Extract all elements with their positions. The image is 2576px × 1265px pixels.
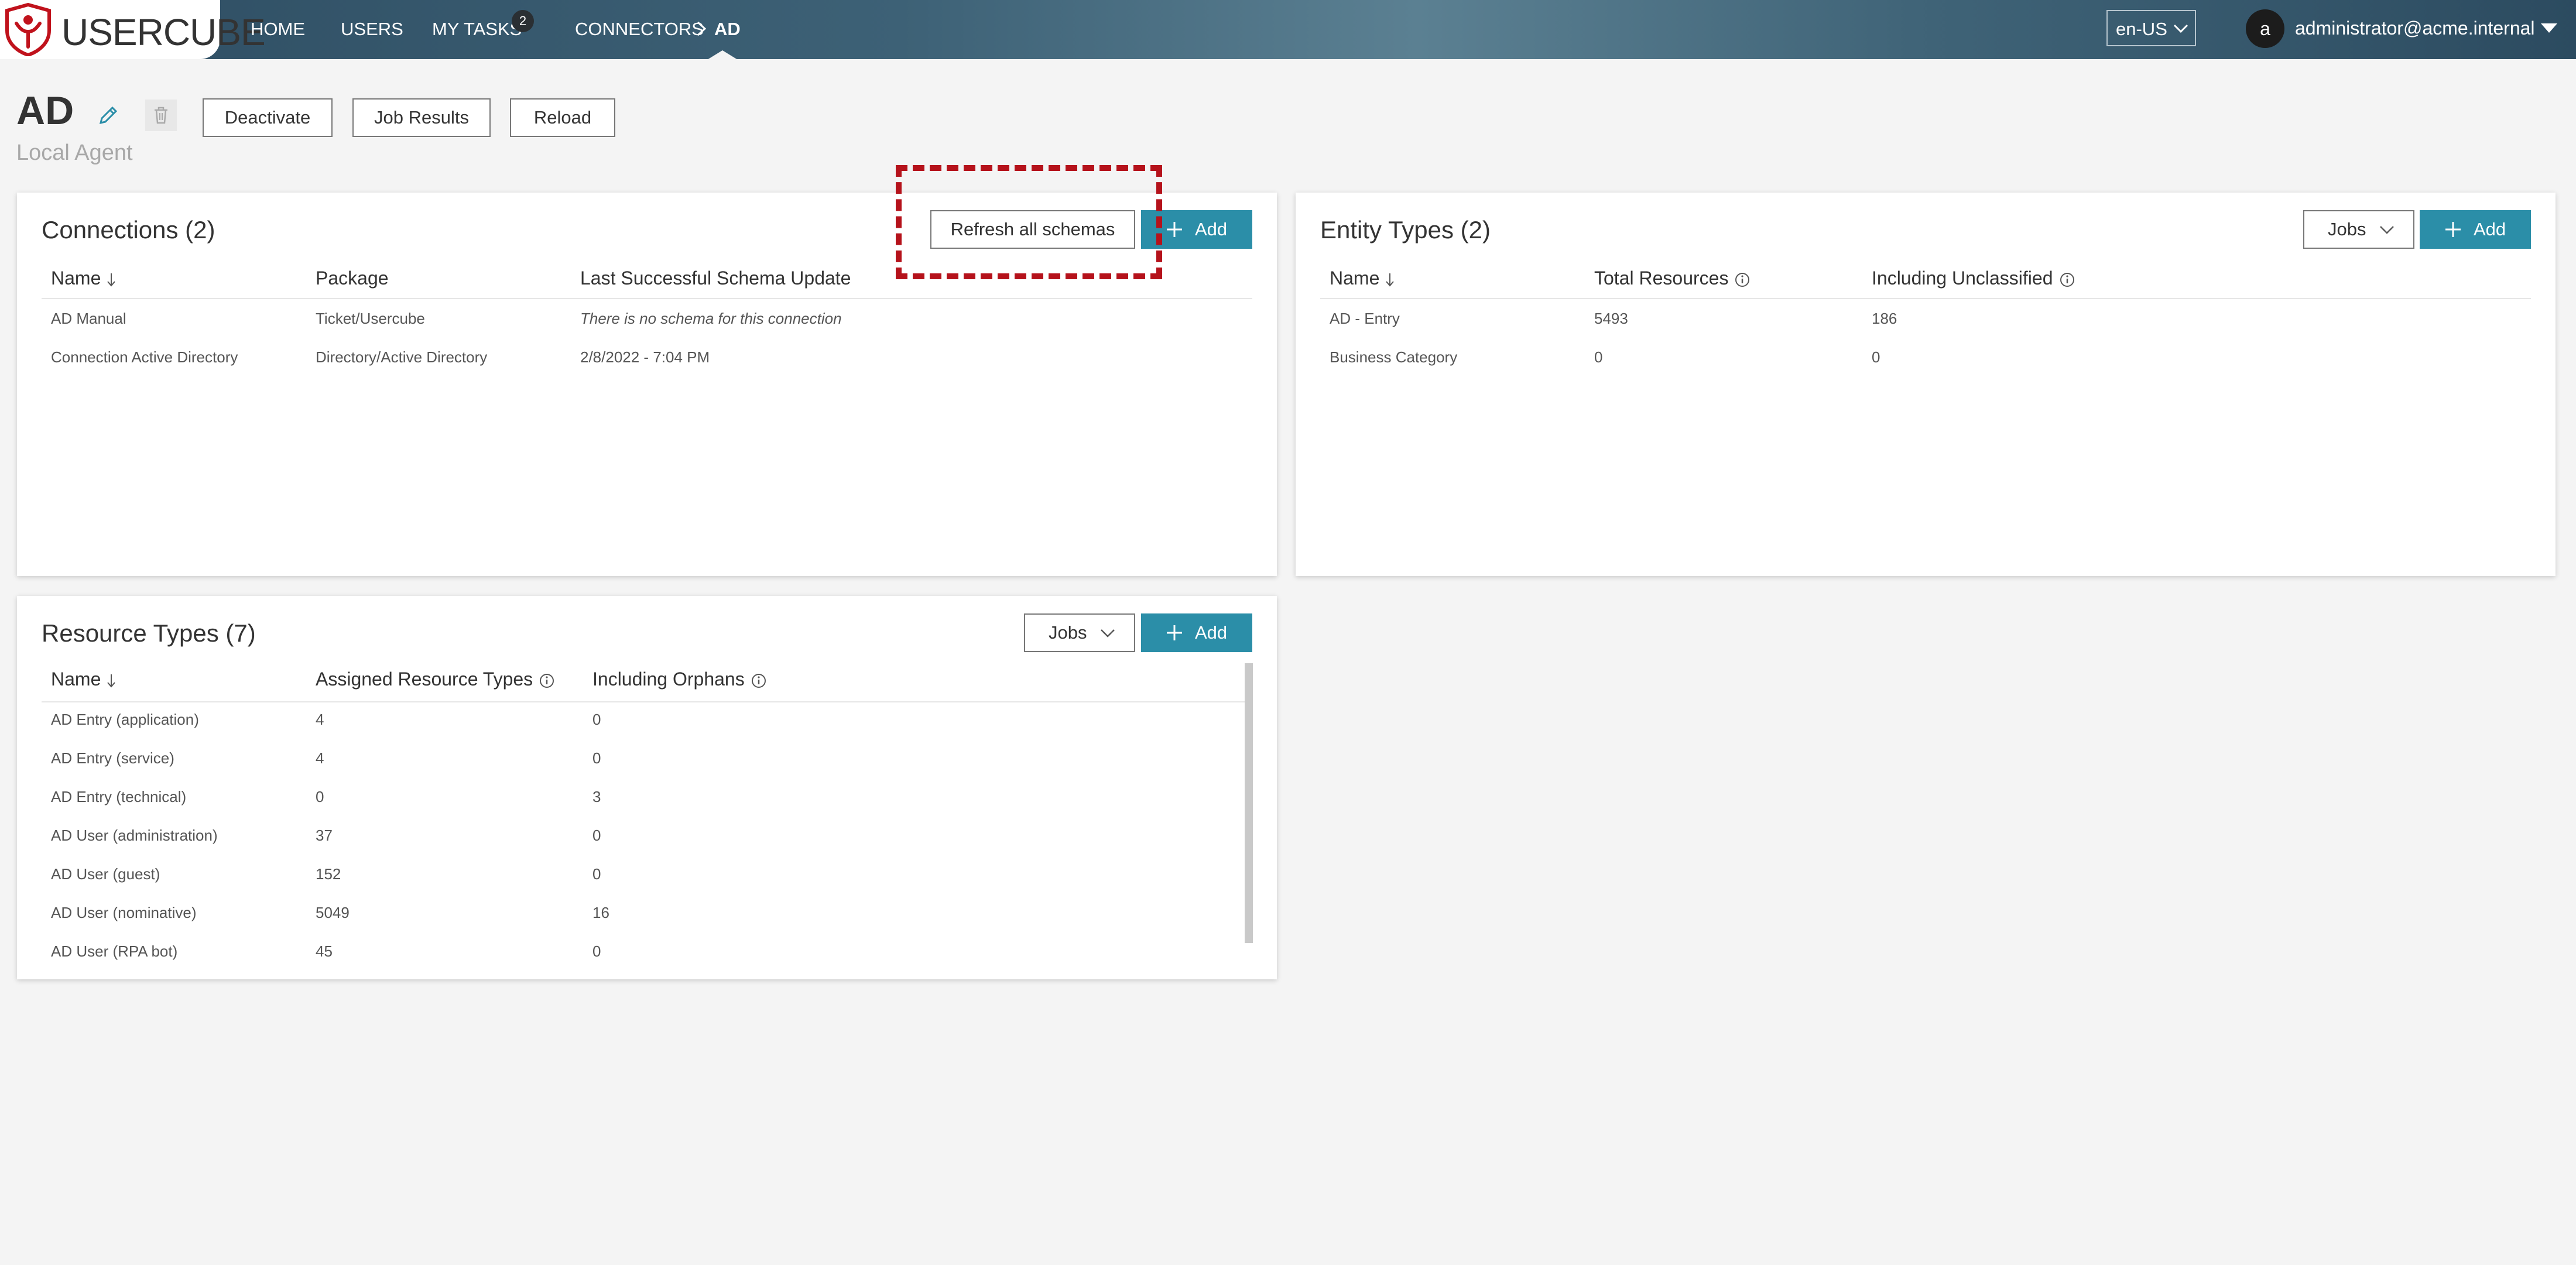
table-cell[interactable]: AD Entry (technical) — [51, 788, 186, 806]
plus-icon — [1167, 625, 1182, 640]
chevron-down-icon — [1101, 629, 1115, 637]
table-cell: 2/8/2022 - 7:04 PM — [580, 348, 710, 366]
table-cell: 4 — [316, 711, 324, 728]
resource-types-title: Resource Types (7) — [42, 619, 256, 647]
trash-icon — [155, 107, 167, 124]
column-header-last-schema-update[interactable]: Last Successful Schema Update — [580, 268, 851, 289]
column-header-name[interactable]: Name — [51, 268, 116, 289]
logo[interactable]: USERCUBE — [0, 0, 266, 59]
job-results-button[interactable]: Job Results — [352, 98, 491, 137]
table-cell: Directory/Active Directory — [316, 348, 488, 366]
chevron-down-icon — [2380, 226, 2394, 234]
column-header-name[interactable]: Name — [51, 669, 116, 690]
avatar[interactable]: a — [2246, 9, 2284, 48]
column-header-package[interactable]: Package — [316, 268, 389, 289]
breadcrumb-chevron-icon — [697, 21, 707, 36]
table-cell[interactable]: AD User (RPA bot) — [51, 942, 177, 961]
table-cell[interactable]: AD Manual — [51, 310, 126, 328]
table-cell: Ticket/Usercube — [316, 310, 425, 327]
table-cell: 4 — [316, 749, 324, 767]
add-resource-type-label: Add — [1195, 622, 1228, 643]
sort-arrow-icon — [1386, 273, 1395, 287]
column-header-including-orphans[interactable]: Including Orphans — [592, 669, 767, 690]
column-header-total-resources[interactable]: Total Resources — [1594, 268, 1751, 289]
table-cell: 0 — [592, 865, 601, 883]
table-cell[interactable]: AD Entry (service) — [51, 749, 174, 767]
info-icon[interactable] — [539, 673, 555, 689]
breadcrumb-current: AD — [714, 19, 741, 39]
user-menu-caret-icon[interactable] — [2541, 23, 2557, 33]
add-entity-type-label: Add — [2474, 219, 2506, 239]
info-icon[interactable] — [1734, 272, 1751, 288]
table-cell: 45 — [316, 942, 333, 960]
sort-arrow-icon — [107, 273, 116, 287]
table-cell: 16 — [592, 904, 609, 921]
table-cell: 0 — [1594, 348, 1603, 366]
usercube-logo-icon — [5, 2, 51, 56]
nav-connectors[interactable]: CONNECTORS — [575, 19, 704, 40]
my-tasks-count-badge: 2 — [512, 10, 534, 32]
table-cell[interactable]: AD User (administration) — [51, 827, 218, 845]
info-icon[interactable] — [2059, 272, 2075, 288]
table-cell: 152 — [316, 865, 341, 883]
table-cell: 0 — [316, 788, 324, 805]
deactivate-button[interactable]: Deactivate — [203, 98, 333, 137]
column-header-including-unclassified[interactable]: Including Unclassified — [1872, 268, 2075, 289]
connections-title: Connections (2) — [42, 216, 215, 244]
language-value: en-US — [2116, 19, 2167, 39]
highlight-annotation-box — [896, 165, 1162, 279]
sort-arrow-icon — [107, 674, 116, 688]
table-cell[interactable]: AD User (guest) — [51, 865, 160, 883]
nav-home[interactable]: HOME — [251, 19, 305, 40]
resource-types-table-body[interactable]: AD Entry (application) 4 0 AD Entry (ser… — [17, 702, 1241, 972]
entity-types-title: Entity Types (2) — [1320, 216, 1491, 244]
table-cell[interactable]: Connection Active Directory — [51, 348, 238, 366]
chevron-down-icon — [2173, 24, 2188, 33]
active-nav-indicator — [707, 50, 738, 60]
delete-button[interactable] — [145, 100, 177, 131]
reload-button[interactable]: Reload — [510, 98, 615, 137]
resource-types-scrollbar[interactable] — [1245, 663, 1253, 943]
table-cell: 0 — [1872, 348, 1880, 366]
jobs-label: Jobs — [1049, 622, 1087, 643]
edit-pencil-icon[interactable] — [97, 104, 119, 126]
language-select[interactable]: en-US — [2106, 10, 2196, 46]
table-cell: 3 — [592, 788, 601, 805]
table-cell: 0 — [592, 942, 601, 960]
entity-types-jobs-button[interactable]: Jobs — [2303, 210, 2414, 249]
entity-types-card: Entity Types (2) Jobs Add Name Total Res… — [1296, 193, 2556, 576]
table-cell: 5049 — [316, 904, 350, 921]
table-cell: 186 — [1872, 310, 1897, 327]
column-header-assigned-resource-types[interactable]: Assigned Resource Types — [316, 669, 555, 690]
table-cell[interactable]: AD User (nominative) — [51, 904, 197, 922]
top-navigation-bar: USERCUBE HOME USERS MY TASKS 2 CONNECTOR… — [0, 0, 2576, 60]
add-entity-type-button[interactable]: Add — [2420, 210, 2531, 249]
resource-types-card: Resource Types (7) Jobs Add Name Assigne… — [17, 596, 1277, 979]
add-resource-type-button[interactable]: Add — [1141, 613, 1252, 652]
table-cell: There is no schema for this connection — [580, 310, 842, 327]
table-cell[interactable]: AD Entry (application) — [51, 711, 199, 729]
table-cell: 37 — [316, 827, 333, 844]
user-menu-name[interactable]: administrator@acme.internal — [2295, 18, 2535, 39]
page-subtitle: Local Agent — [16, 140, 133, 165]
plus-icon — [2445, 222, 2461, 237]
nav-users[interactable]: USERS — [341, 19, 403, 40]
nav-my-tasks[interactable]: MY TASKS — [432, 19, 522, 40]
page-title: AD — [16, 88, 74, 133]
header-divider — [42, 298, 1252, 299]
add-connection-label: Add — [1195, 219, 1228, 239]
table-cell[interactable]: AD - Entry — [1330, 310, 1400, 328]
logo-text: USERCUBE — [61, 11, 266, 53]
table-cell: 0 — [592, 827, 601, 844]
table-cell: 0 — [592, 711, 601, 728]
column-header-name[interactable]: Name — [1330, 268, 1395, 289]
jobs-label: Jobs — [2328, 219, 2366, 239]
table-cell: 5493 — [1594, 310, 1628, 327]
plus-icon — [1167, 222, 1182, 237]
header-divider — [1320, 298, 2531, 299]
info-icon[interactable] — [751, 673, 767, 689]
resource-types-jobs-button[interactable]: Jobs — [1024, 613, 1135, 652]
table-cell: 0 — [592, 749, 601, 767]
table-cell[interactable]: Business Category — [1330, 348, 1457, 366]
